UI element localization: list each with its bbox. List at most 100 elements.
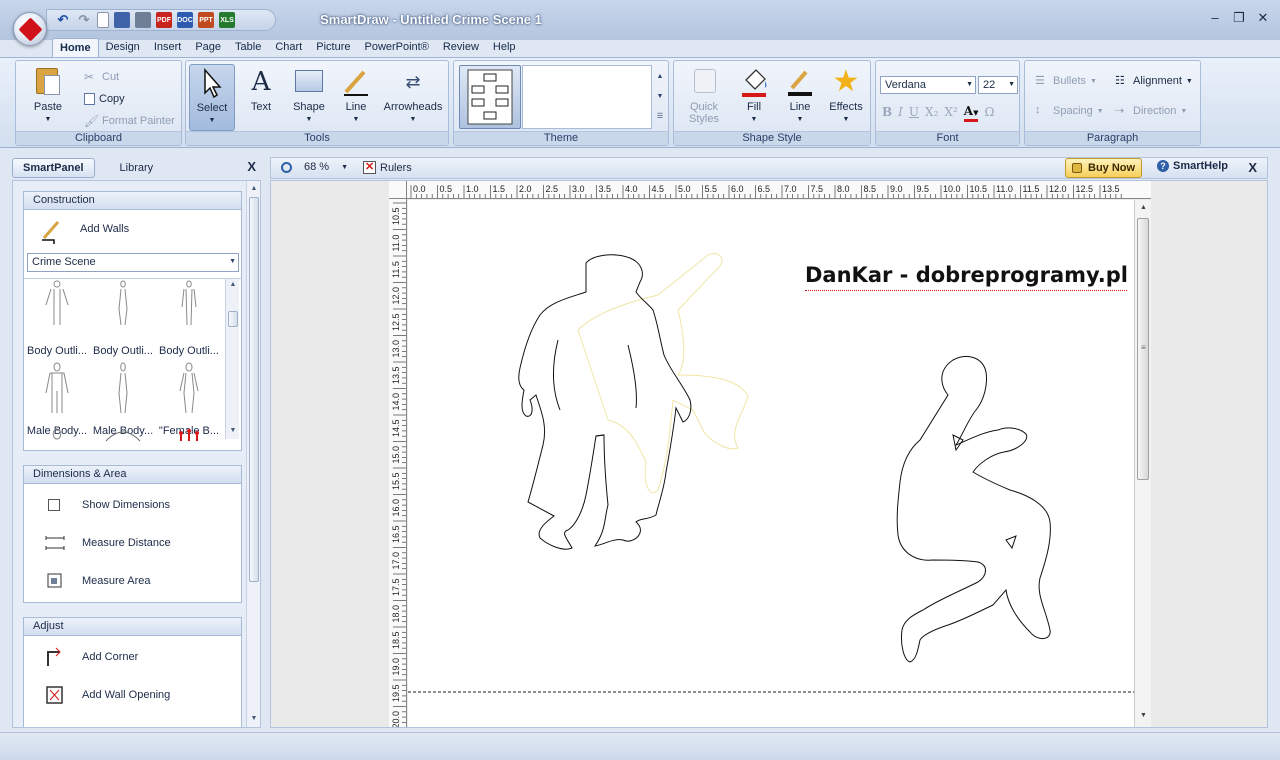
tab-design[interactable]: Design — [99, 38, 147, 58]
maximize-button[interactable]: ❐ — [1232, 10, 1246, 26]
ruler-label: 11.0 — [391, 235, 401, 252]
subscript-button[interactable]: X₂ — [925, 105, 938, 122]
tab-home[interactable]: Home — [52, 38, 99, 58]
tab-library[interactable]: Library — [109, 158, 165, 178]
scroll-up-icon[interactable]: ▲ — [1135, 204, 1152, 211]
font-color-button[interactable]: A▼ — [963, 105, 979, 122]
ruler-label: 18.0 — [391, 605, 401, 623]
tab-chart[interactable]: Chart — [268, 38, 309, 58]
gallery-more-icon[interactable]: ☰ — [654, 107, 666, 127]
tab-table[interactable]: Table — [228, 38, 268, 58]
fill-button[interactable]: Fill ▼ — [732, 64, 776, 123]
vertical-ruler[interactable]: 10.5 11.0 11.5 12.0 12.5 13.0 13.5 14.0 14.5 15.0… — [389, 199, 407, 727]
superscript-button[interactable]: X² — [944, 105, 957, 122]
line-tool-button[interactable]: Line ▼ — [334, 64, 378, 123]
direction-button[interactable]: ⇢ Direction ▼ — [1115, 103, 1187, 119]
panel-scrollbar[interactable]: ▲ ▼ — [246, 181, 260, 727]
close-button[interactable]: ✕ — [1256, 10, 1270, 26]
drawing-page[interactable]: DanKar - dobreprogramy.pl — [408, 200, 1134, 727]
line-style-button[interactable]: Line ▼ — [778, 64, 822, 123]
bullets-button[interactable]: ☰ Bullets ▼ — [1035, 73, 1097, 89]
ruler-label: 2.5 — [546, 184, 559, 194]
theme-scroll[interactable]: ▲ ▼ ☰ — [654, 67, 666, 127]
ruler-label: 6.5 — [758, 184, 771, 194]
ruler-label: 12.0 — [1049, 184, 1067, 194]
shape-head-outline[interactable] — [24, 425, 90, 450]
scroll-down-icon[interactable]: ▼ — [226, 427, 240, 434]
cut-button[interactable]: ✂ Cut — [84, 69, 119, 85]
smarthelp-button[interactable]: ? SmartHelp — [1157, 160, 1228, 172]
checkbox-icon[interactable] — [42, 494, 68, 516]
paragraph-group-label: Paragraph — [1025, 131, 1200, 145]
chevron-down-icon[interactable]: ▼ — [341, 164, 348, 171]
effects-button[interactable]: ★ Effects ▼ — [824, 64, 868, 124]
font-size-select[interactable]: 22 ▼ — [978, 76, 1018, 94]
shape-body-outline-1[interactable]: Body Outli... — [24, 279, 90, 359]
measure-area-icon — [42, 570, 68, 592]
shape-arc[interactable] — [90, 425, 156, 450]
tab-help[interactable]: Help — [486, 38, 523, 58]
text-tool-button[interactable]: A Text — [239, 64, 283, 113]
select-tool-button[interactable]: Select ▼ — [189, 64, 235, 131]
underline-button[interactable]: U — [909, 105, 919, 122]
tab-smartpanel[interactable]: SmartPanel — [12, 158, 95, 178]
canvas-close-button[interactable]: X — [1248, 160, 1257, 175]
chevron-down-icon: ▼ — [1008, 81, 1015, 88]
shape-gallery-scrollbar[interactable]: ▲ ▼ — [225, 279, 239, 439]
copy-button[interactable]: Copy — [84, 91, 125, 107]
shape-library-select[interactable]: Crime Scene ▼ — [27, 253, 239, 272]
tab-insert[interactable]: Insert — [147, 38, 189, 58]
add-walls-button[interactable]: Add Walls — [24, 216, 241, 244]
add-wall-opening-button[interactable]: Add Wall Opening — [24, 682, 241, 708]
symbol-button[interactable]: Ω — [984, 105, 994, 122]
canvas-scroll-thumb[interactable]: ≡ — [1137, 218, 1149, 480]
arrowheads-button[interactable]: ⇄ Arrowheads ▼ — [382, 64, 444, 123]
scroll-up-icon[interactable]: ▲ — [654, 67, 666, 87]
italic-button[interactable]: I — [898, 105, 903, 122]
paste-button[interactable]: Paste ▼ — [22, 64, 74, 123]
bold-button[interactable]: B — [882, 105, 892, 122]
panel-close-button[interactable]: X — [247, 159, 256, 174]
ruler-label: 17.0 — [391, 552, 401, 570]
shape-body-outline-2[interactable]: Body Outli... — [90, 279, 156, 359]
ruler-label: 3.5 — [599, 184, 612, 194]
alignment-button[interactable]: ☷ Alignment ▼ — [1115, 73, 1193, 89]
app-menu-button[interactable] — [13, 12, 47, 46]
shape-body-outline-3[interactable]: Body Outli... — [156, 279, 222, 359]
add-corner-button[interactable]: Add Corner — [24, 644, 241, 670]
tab-review[interactable]: Review — [436, 38, 486, 58]
ruler-label: 19.5 — [391, 684, 401, 702]
measure-distance-button[interactable]: Measure Distance — [24, 530, 241, 556]
minimize-button[interactable]: – — [1208, 10, 1222, 26]
scroll-down-icon[interactable]: ▼ — [1135, 712, 1152, 719]
line-color-icon — [784, 66, 816, 98]
tab-page[interactable]: Page — [188, 38, 228, 58]
shape-tool-button[interactable]: Shape ▼ — [286, 64, 332, 123]
scroll-thumb[interactable] — [228, 311, 238, 327]
scroll-down-icon[interactable]: ▼ — [247, 715, 260, 722]
rectangle-shape-icon — [293, 66, 325, 98]
flowchart-theme-icon — [467, 69, 513, 125]
measure-area-button[interactable]: Measure Area — [24, 568, 241, 594]
horizontal-ruler[interactable]: 0.0 0.5 1.0 1.5 2.0 2.5 3.0 3.5 4.0 4.5 5.0 5.5 6.0 6… — [389, 181, 1151, 199]
shape-blood-drops[interactable] — [156, 425, 222, 450]
format-painter-button[interactable]: 🖌 Format Painter — [84, 113, 175, 129]
show-dimensions-button[interactable]: Show Dimensions — [24, 492, 241, 518]
text-a-icon: A — [251, 67, 271, 97]
panel-scroll-thumb[interactable] — [249, 197, 259, 582]
tab-powerpoint[interactable]: PowerPoint® — [357, 38, 435, 58]
spacing-button[interactable]: ↕ Spacing ▼ — [1035, 103, 1104, 119]
buy-now-button[interactable]: Buy Now — [1065, 158, 1143, 178]
tab-picture[interactable]: Picture — [309, 38, 357, 58]
theme-gallery[interactable] — [522, 65, 652, 129]
quick-styles-button[interactable]: Quick Styles — [680, 64, 728, 125]
rulers-toggle[interactable]: ✕ Rulers — [363, 161, 412, 174]
scroll-down-icon[interactable]: ▼ — [654, 87, 666, 107]
theme-thumbnail[interactable] — [459, 65, 521, 129]
window-title: SmartDraw - Untitled Crime Scene 1 — [320, 12, 542, 27]
font-family-select[interactable]: Verdana ▼ — [880, 76, 976, 94]
canvas-scrollbar[interactable]: ▲ ≡ ▼ — [1134, 200, 1152, 727]
scroll-up-icon[interactable]: ▲ — [247, 185, 260, 192]
zoom-control[interactable]: 68 % ▼ — [281, 161, 348, 173]
scroll-up-icon[interactable]: ▲ — [226, 281, 240, 288]
